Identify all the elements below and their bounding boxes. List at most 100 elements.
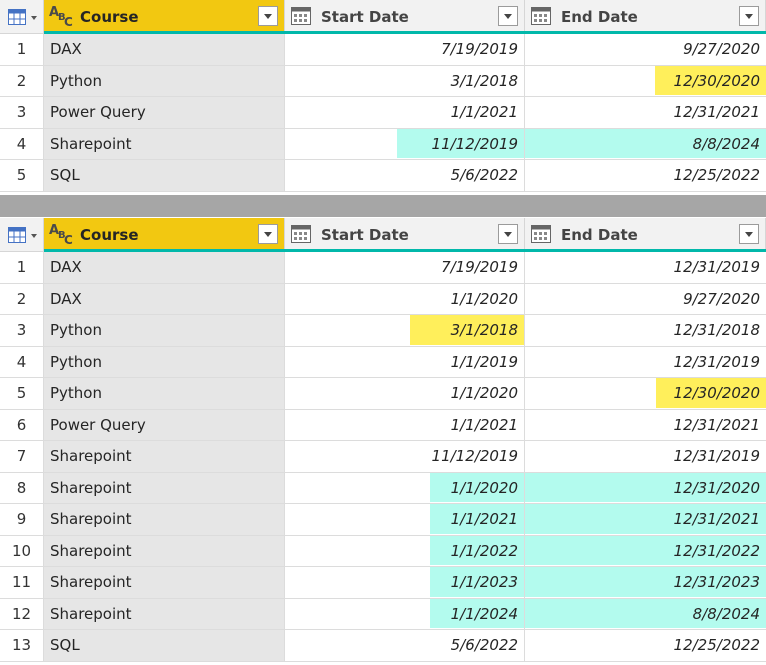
course-cell[interactable]: DAX — [44, 252, 285, 284]
table-row[interactable]: 7 Sharepoint 11/12/2019 12/31/2019 — [0, 441, 766, 473]
bottom-header-row: ABC Course Start Date End Date — [0, 218, 766, 253]
end-date-cell[interactable]: 12/31/2019 — [525, 441, 766, 473]
table-row[interactable]: 11 Sharepoint 1/1/2023 12/31/2023 — [0, 567, 766, 599]
bottom-column-header-course[interactable]: ABC Course — [44, 218, 285, 252]
filter-dropdown-icon[interactable] — [258, 6, 278, 26]
top-column-header-course[interactable]: ABC Course — [44, 0, 285, 34]
start-date-value: 1/1/2022 — [450, 541, 518, 560]
course-cell[interactable]: Power Query — [44, 409, 285, 441]
course-cell[interactable]: Sharepoint — [44, 504, 285, 536]
end-date-cell[interactable]: 8/8/2024 — [525, 128, 766, 160]
course-cell[interactable]: Python — [44, 65, 285, 97]
table-row[interactable]: 5 SQL 5/6/2022 12/25/2022 — [0, 160, 766, 192]
table-row[interactable]: 2 Python 3/1/2018 12/30/2020 — [0, 65, 766, 97]
course-cell[interactable]: Power Query — [44, 97, 285, 129]
course-cell[interactable]: DAX — [44, 34, 285, 66]
end-date-cell[interactable]: 12/31/2022 — [525, 535, 766, 567]
end-date-cell[interactable]: 12/31/2021 — [525, 504, 766, 536]
filter-dropdown-icon[interactable] — [498, 224, 518, 244]
row-number: 11 — [0, 567, 44, 599]
table-row[interactable]: 4 Python 1/1/2019 12/31/2019 — [0, 346, 766, 378]
start-date-cell[interactable]: 7/19/2019 — [285, 34, 525, 66]
filter-dropdown-icon[interactable] — [739, 224, 759, 244]
end-date-value: 9/27/2020 — [683, 40, 760, 58]
table-row[interactable]: 5 Python 1/1/2020 12/30/2020 — [0, 378, 766, 410]
start-date-cell[interactable]: 1/1/2021 — [285, 97, 525, 129]
table-row[interactable]: 9 Sharepoint 1/1/2021 12/31/2021 — [0, 504, 766, 536]
filter-dropdown-icon[interactable] — [739, 6, 759, 26]
end-date-value: 12/31/2019 — [673, 258, 760, 276]
end-date-value: 12/25/2022 — [673, 166, 760, 184]
filter-dropdown-icon[interactable] — [498, 6, 518, 26]
start-date-cell[interactable]: 5/6/2022 — [285, 630, 525, 662]
table-row[interactable]: 2 DAX 1/1/2020 9/27/2020 — [0, 283, 766, 315]
course-cell[interactable]: SQL — [44, 160, 285, 192]
course-cell[interactable]: DAX — [44, 283, 285, 315]
top-column-header-end-date[interactable]: End Date — [525, 0, 766, 34]
start-date-cell[interactable]: 11/12/2019 — [285, 128, 525, 160]
course-cell[interactable]: Python — [44, 378, 285, 410]
table-row[interactable]: 8 Sharepoint 1/1/2020 12/31/2020 — [0, 472, 766, 504]
table-row[interactable]: 1 DAX 7/19/2019 12/31/2019 — [0, 252, 766, 284]
top-column-header-start-date[interactable]: Start Date — [285, 0, 525, 34]
end-date-cell[interactable]: 12/31/2020 — [525, 472, 766, 504]
start-date-cell[interactable]: 7/19/2019 — [285, 252, 525, 284]
start-date-cell[interactable]: 1/1/2020 — [285, 283, 525, 315]
end-date-cell[interactable]: 12/25/2022 — [525, 160, 766, 192]
start-date-cell[interactable]: 5/6/2022 — [285, 160, 525, 192]
start-date-cell[interactable]: 3/1/2018 — [285, 65, 525, 97]
course-cell[interactable]: Sharepoint — [44, 128, 285, 160]
table-row[interactable]: 10 Sharepoint 1/1/2022 12/31/2022 — [0, 535, 766, 567]
course-cell[interactable]: Sharepoint — [44, 472, 285, 504]
course-cell[interactable]: Python — [44, 346, 285, 378]
start-date-value: 5/6/2022 — [450, 636, 518, 654]
course-cell[interactable]: Sharepoint — [44, 535, 285, 567]
start-date-cell[interactable]: 1/1/2021 — [285, 504, 525, 536]
bottom-table-menu-button[interactable] — [0, 218, 44, 252]
start-date-cell[interactable]: 11/12/2019 — [285, 441, 525, 473]
start-date-value: 1/1/2024 — [450, 604, 518, 623]
end-date-cell[interactable]: 12/30/2020 — [525, 65, 766, 97]
start-date-cell[interactable]: 1/1/2022 — [285, 535, 525, 567]
row-number: 7 — [0, 441, 44, 473]
start-date-cell[interactable]: 1/1/2021 — [285, 409, 525, 441]
end-date-cell[interactable]: 12/31/2019 — [525, 346, 766, 378]
end-date-cell[interactable]: 12/30/2020 — [525, 378, 766, 410]
table-row[interactable]: 1 DAX 7/19/2019 9/27/2020 — [0, 34, 766, 66]
end-date-cell[interactable]: 12/31/2023 — [525, 567, 766, 599]
course-cell[interactable]: Sharepoint — [44, 598, 285, 630]
start-date-cell[interactable]: 1/1/2023 — [285, 567, 525, 599]
bottom-column-header-start-date[interactable]: Start Date — [285, 218, 525, 252]
end-date-cell[interactable]: 12/25/2022 — [525, 630, 766, 662]
top-table-menu-button[interactable] — [0, 0, 44, 34]
table-row[interactable]: 3 Python 3/1/2018 12/31/2018 — [0, 315, 766, 347]
course-cell[interactable]: SQL — [44, 630, 285, 662]
course-cell[interactable]: Sharepoint — [44, 567, 285, 599]
row-number: 3 — [0, 315, 44, 347]
end-date-cell[interactable]: 12/31/2021 — [525, 409, 766, 441]
top-header-row: ABC Course Start Date End Date — [0, 0, 766, 35]
table-row[interactable]: 6 Power Query 1/1/2021 12/31/2021 — [0, 409, 766, 441]
course-cell[interactable]: Python — [44, 315, 285, 347]
table-row[interactable]: 4 Sharepoint 11/12/2019 8/8/2024 — [0, 128, 766, 160]
table-row[interactable]: 12 Sharepoint 1/1/2024 8/8/2024 — [0, 598, 766, 630]
end-date-cell[interactable]: 12/31/2018 — [525, 315, 766, 347]
start-date-value: 1/1/2021 — [450, 415, 518, 434]
start-date-cell[interactable]: 1/1/2020 — [285, 472, 525, 504]
bottom-column-header-end-date[interactable]: End Date — [525, 218, 766, 252]
start-date-cell[interactable]: 1/1/2024 — [285, 598, 525, 630]
end-date-cell[interactable]: 8/8/2024 — [525, 598, 766, 630]
table-menu-icon — [8, 9, 26, 25]
table-row[interactable]: 3 Power Query 1/1/2021 12/31/2021 — [0, 97, 766, 129]
filter-dropdown-icon[interactable] — [258, 224, 278, 244]
start-date-cell[interactable]: 3/1/2018 — [285, 315, 525, 347]
start-date-cell[interactable]: 1/1/2020 — [285, 378, 525, 410]
end-date-cell[interactable]: 12/31/2021 — [525, 97, 766, 129]
end-date-cell[interactable]: 12/31/2019 — [525, 252, 766, 284]
start-date-value: 7/19/2019 — [441, 258, 518, 276]
end-date-cell[interactable]: 9/27/2020 — [525, 34, 766, 66]
table-row[interactable]: 13 SQL 5/6/2022 12/25/2022 — [0, 630, 766, 662]
start-date-cell[interactable]: 1/1/2019 — [285, 346, 525, 378]
course-cell[interactable]: Sharepoint — [44, 441, 285, 473]
end-date-cell[interactable]: 9/27/2020 — [525, 283, 766, 315]
